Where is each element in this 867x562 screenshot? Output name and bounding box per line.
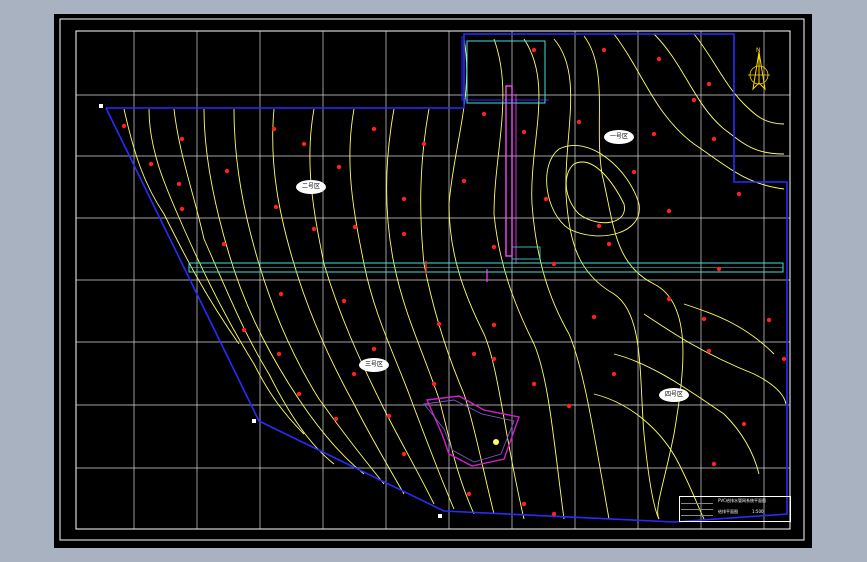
sprinkler-heads [121, 47, 787, 517]
title-block: PVC给排水管网系统平面图 给排平面图 1:500 [679, 496, 791, 522]
north-arrow-icon: N [746, 47, 772, 97]
zone-label-1[interactable]: 一号区 [603, 130, 635, 144]
pipe-corridor [188, 40, 784, 273]
drawing-sheet[interactable]: 一号区 二号区 三号区 四号区 N PVC给排水管网系统平面图 给排平面图 1:… [54, 14, 812, 548]
zone-label-4[interactable]: 四号区 [658, 388, 690, 402]
zone-label-2[interactable]: 二号区 [295, 180, 327, 194]
outer-frame [59, 18, 805, 541]
north-label: N [756, 47, 761, 54]
grid-lines [76, 31, 790, 529]
drawing-title: PVC给排水管网系统平面图 [718, 498, 766, 503]
zone-label-3[interactable]: 三号区 [358, 358, 390, 372]
contour-lines [123, 33, 787, 520]
drawing-name: 给排平面图 [718, 509, 738, 514]
cad-drawing[interactable] [54, 14, 812, 548]
drawing-scale: 1:500 [752, 509, 764, 514]
